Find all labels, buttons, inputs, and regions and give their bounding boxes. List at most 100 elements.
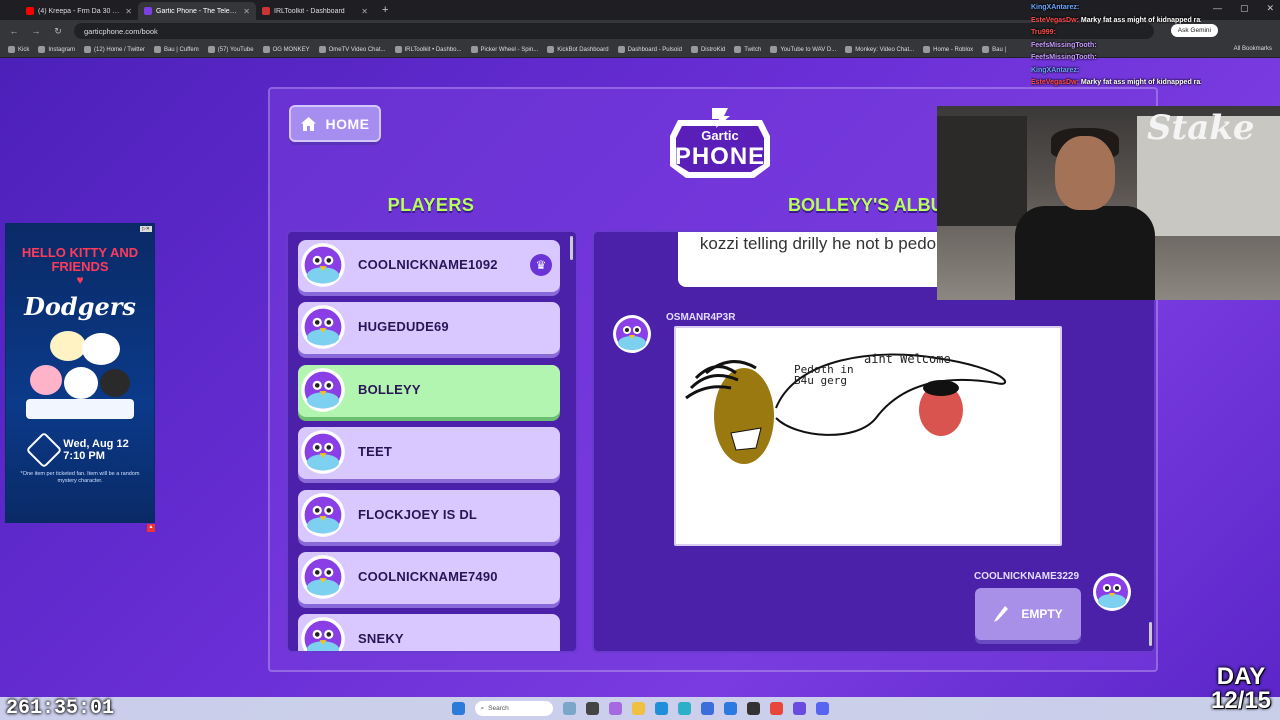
bookmark-label: IRLToolkit • Dashbo...	[404, 46, 462, 53]
bookmark-label: Bau | Cuffem	[163, 46, 199, 53]
url-text: garticphone.com/book	[84, 26, 158, 36]
ad-choices-icon[interactable]: ▷✕	[139, 226, 152, 232]
tab-strip: (4) Kreepa - Frm Da 30 (Official✕Gartic …	[0, 0, 374, 20]
bookmark-item[interactable]: Bau |	[982, 46, 1006, 53]
new-tab-icon[interactable]: +	[382, 4, 388, 16]
players-scrollbar[interactable]	[570, 236, 573, 260]
taskbar-search-label: Search	[488, 705, 509, 712]
drawing-scribble-right: aint Welcome	[864, 352, 951, 366]
close-window-icon[interactable]: ✕	[1266, 3, 1274, 14]
task-view-icon[interactable]	[562, 702, 576, 715]
player-row[interactable]: FLOCKJOEY IS DL	[298, 489, 560, 542]
empty-button[interactable]: EMPTY	[975, 588, 1081, 640]
drawing-scribble-left: Pedoth in B4u gerg	[794, 363, 854, 387]
vscode-icon[interactable]	[723, 702, 737, 715]
bookmark-item[interactable]: (12) Home / Twitter	[84, 46, 145, 53]
file-explorer-icon[interactable]	[631, 702, 645, 715]
ad-report-icon[interactable]: ▲	[147, 524, 155, 532]
bookmark-item[interactable]: (57) YouTube	[207, 46, 254, 53]
ad-date: Wed, Aug 12	[63, 438, 129, 450]
players-heading: PLAYERS	[387, 195, 475, 215]
edge-icon[interactable]	[654, 702, 668, 715]
chat-username: KingXAntarez:	[1031, 4, 1080, 11]
day-label: DAY	[1216, 663, 1266, 690]
chat-message: FeefsMissingTooth:	[1031, 52, 1201, 65]
terminal-icon[interactable]	[585, 702, 599, 715]
player-row[interactable]: SNEKY	[298, 614, 560, 651]
chat-message: KingXAntarez:	[1031, 2, 1201, 15]
ad-headline: HELLO KITTY AND FRIENDS	[21, 245, 139, 274]
bookmark-item[interactable]: Dashboard - Pulsoid	[617, 46, 682, 53]
webcam-feed: Stake	[937, 106, 1280, 300]
bookmark-item[interactable]: Home - Roblox	[923, 46, 973, 53]
bookmark-icon	[470, 46, 478, 53]
bookmark-icon	[845, 46, 853, 53]
player-avatar-icon	[300, 554, 346, 600]
start-icon[interactable]	[451, 702, 465, 715]
bookmark-item[interactable]: YouTube to WAV D...	[770, 46, 836, 53]
player-avatar-icon	[300, 304, 346, 350]
obs-icon[interactable]	[746, 702, 760, 715]
bookmark-item[interactable]: IRLToolkit • Dashbo...	[394, 46, 462, 53]
taskbar-search[interactable]: ⌕ Search	[474, 701, 553, 716]
word-icon[interactable]	[700, 702, 714, 715]
browser-tab[interactable]: (4) Kreepa - Frm Da 30 (Official ✕	[20, 2, 138, 20]
tab-favicon-icon	[262, 7, 270, 15]
album-scrollbar[interactable]	[1149, 622, 1152, 646]
home-label: HOME	[325, 115, 370, 132]
minimize-icon[interactable]: —	[1213, 3, 1222, 14]
browser-tab[interactable]: IRLToolkit - Dashboard ✕	[256, 2, 374, 20]
windows-taskbar: ⌕ Search	[0, 697, 1280, 720]
url-field[interactable]: garticphone.com/book	[74, 23, 1154, 39]
discord-icon[interactable]	[815, 702, 829, 715]
bookmark-item[interactable]: Picker Wheel - Spin...	[470, 46, 539, 53]
player-avatar-icon	[300, 367, 346, 413]
bookmark-item[interactable]: Kick	[8, 46, 29, 53]
bookmark-item[interactable]: Instagram	[38, 46, 75, 53]
bookmark-item[interactable]: OmeTV Video Chat...	[318, 46, 386, 53]
app-icon[interactable]	[608, 702, 622, 715]
host-crown-icon: ♛	[530, 254, 552, 276]
browser-tab[interactable]: Gartic Phone - The Telephone G ✕	[138, 2, 256, 20]
bookmark-item[interactable]: Monkey: Video Chat...	[845, 46, 914, 53]
tab-close-icon[interactable]: ✕	[243, 7, 250, 16]
player-row[interactable]: TEET	[298, 427, 560, 480]
dodgers-ticket-logo-icon	[25, 431, 63, 469]
home-button[interactable]: HOME	[289, 105, 381, 142]
teams-icon[interactable]	[677, 702, 691, 715]
player-row[interactable]: COOLNICKNAME1092 ♛	[298, 240, 560, 292]
bookmark-item[interactable]: DistroKid	[690, 46, 725, 53]
maximize-icon[interactable]: ▢	[1240, 3, 1249, 14]
bookmark-label: OmeTV Video Chat...	[328, 46, 386, 53]
tab-title: Gartic Phone - The Telephone G	[156, 7, 239, 15]
forward-icon[interactable]: →	[30, 26, 42, 36]
bookmark-item[interactable]: Twitch	[734, 46, 761, 53]
tab-close-icon[interactable]: ✕	[361, 7, 368, 16]
bookmark-label: KickBot Dashboard	[557, 46, 609, 53]
bookmark-label: Picker Wheel - Spin...	[480, 46, 539, 53]
player-name: BOLLEYY	[358, 381, 421, 397]
ad-team-logo: Dodgers	[24, 292, 136, 321]
logo-main-text: PHONE	[674, 143, 766, 170]
bookmark-item[interactable]: Bau | Cuffem	[153, 46, 199, 53]
bookmark-icon	[690, 46, 698, 53]
players-list: COOLNICKNAME1092 ♛ HUGEDUDE69 BOLLEYY TEET FL…	[286, 230, 578, 653]
player-row[interactable]: BOLLEYY	[298, 364, 560, 417]
bookmark-item[interactable]: KickBot Dashboard	[547, 46, 609, 53]
background-sign-image: Stake	[1147, 108, 1255, 148]
player-name: HUGEDUDE69	[358, 319, 449, 335]
player-row[interactable]: HUGEDUDE69	[298, 302, 560, 355]
logo-top-text: Gartic	[701, 128, 739, 143]
ad-banner[interactable]: ▷✕ HELLO KITTY AND FRIENDS ♥ Dodgers Wed…	[5, 223, 155, 523]
bookmark-label: Kick	[18, 46, 30, 53]
all-bookmarks-link[interactable]: All Bookmarks	[1234, 46, 1272, 52]
chrome-icon[interactable]	[769, 702, 783, 715]
grid-app-icon[interactable]	[792, 702, 806, 715]
bookmark-item[interactable]: OG MONKEY	[262, 46, 310, 53]
player-row[interactable]: COOLNICKNAME7490	[298, 552, 560, 604]
bookmark-icon	[394, 46, 402, 53]
reload-icon[interactable]: ↻	[52, 26, 64, 37]
chat-username: FeefsMissingTooth:	[1031, 54, 1097, 61]
back-icon[interactable]: ←	[8, 26, 20, 36]
tab-close-icon[interactable]: ✕	[125, 7, 132, 16]
